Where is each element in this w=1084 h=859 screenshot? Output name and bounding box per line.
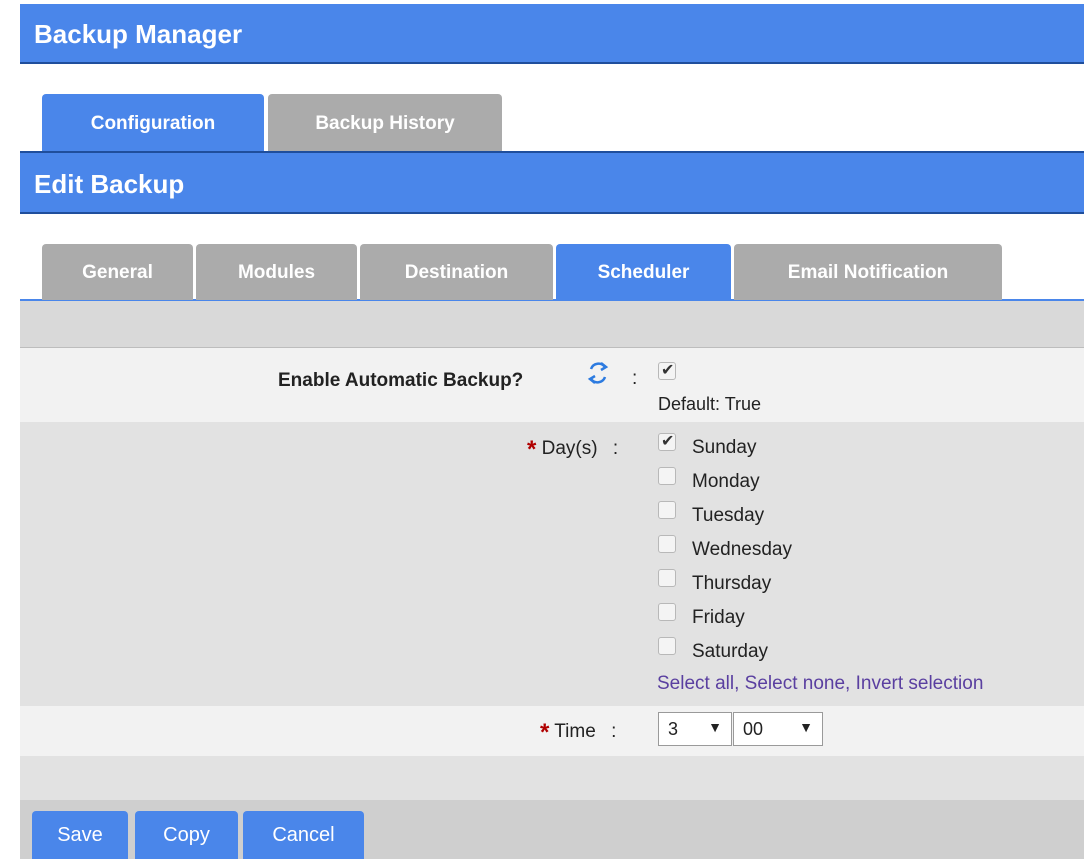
days-label: * Day(s) : — [527, 433, 619, 463]
row-days — [20, 422, 1084, 706]
day-checkbox-tuesday[interactable] — [658, 501, 676, 519]
time-label: * Time : — [540, 716, 617, 746]
tab-label: Backup History — [315, 113, 455, 134]
tab-email-notification[interactable]: Email Notification — [734, 244, 1002, 300]
tab-label: Scheduler — [597, 262, 690, 283]
day-label-tuesday: Tuesday — [692, 505, 765, 526]
select-none-link[interactable]: Select none — [745, 673, 845, 694]
cancel-button[interactable]: Cancel — [243, 811, 364, 859]
tab-backup-history[interactable]: Backup History — [268, 94, 502, 152]
day-label-monday: Monday — [692, 471, 760, 492]
tab-general[interactable]: General — [42, 244, 193, 300]
tab-configuration[interactable]: Configuration — [42, 94, 264, 152]
required-mark: * — [540, 719, 550, 746]
chevron-down-icon: ▼ — [799, 719, 813, 735]
day-label-wednesday: Wednesday — [692, 539, 792, 560]
tab-modules[interactable]: Modules — [196, 244, 357, 300]
separator: : — [632, 368, 638, 389]
comma: , — [734, 673, 740, 694]
save-button[interactable]: Save — [32, 811, 128, 859]
day-label-thursday: Thursday — [692, 573, 772, 594]
hour-select[interactable]: 3 ▼ — [658, 712, 732, 746]
comma: , — [845, 673, 851, 694]
copy-button[interactable]: Copy — [135, 811, 238, 859]
separator: : — [612, 438, 619, 459]
tab-destination[interactable]: Destination — [360, 244, 553, 300]
tab-label: Modules — [237, 262, 316, 283]
day-label-saturday: Saturday — [692, 641, 769, 662]
refresh-icon[interactable] — [586, 360, 610, 386]
day-checkbox-thursday[interactable] — [658, 569, 676, 587]
selection-links: Select all, Select none, Invert selectio… — [657, 673, 983, 695]
form-top-band — [20, 301, 1084, 347]
day-label-sunday: Sunday — [692, 437, 757, 458]
separator: : — [611, 721, 617, 742]
tab-label: Destination — [404, 262, 509, 283]
tab-label: Email Notification — [787, 262, 949, 283]
day-checkbox-saturday[interactable] — [658, 637, 676, 655]
hour-value: 3 — [668, 719, 679, 739]
enable-backup-checkbox[interactable] — [658, 360, 676, 380]
days-label-text: Day(s) — [541, 438, 598, 459]
tab-label: General — [82, 262, 153, 283]
row-enable-backup — [20, 348, 1084, 422]
invert-selection-link[interactable]: Invert selection — [856, 673, 984, 694]
app-header: Backup Manager — [20, 4, 1084, 64]
chevron-down-icon: ▼ — [708, 719, 722, 735]
enable-backup-label: Enable Automatic Backup? — [278, 370, 523, 392]
day-checkbox-friday[interactable] — [658, 603, 676, 621]
section-header: Edit Backup — [20, 151, 1084, 214]
day-checkbox-sunday[interactable] — [658, 431, 676, 451]
tab-scheduler[interactable]: Scheduler — [556, 244, 731, 300]
form-bottom-band — [20, 756, 1084, 800]
day-checkbox-monday[interactable] — [658, 467, 676, 485]
day-label-friday: Friday — [692, 607, 745, 628]
default-text: Default: True — [658, 394, 762, 414]
select-all-link[interactable]: Select all — [657, 673, 734, 694]
app-title: Backup Manager — [34, 19, 243, 49]
tab-label: Configuration — [90, 113, 216, 134]
section-title: Edit Backup — [34, 169, 185, 199]
minute-select[interactable]: 00 ▼ — [733, 712, 823, 746]
time-label-text: Time — [554, 721, 596, 742]
enable-label-text: Enable Automatic Backup? — [278, 370, 524, 391]
required-mark: * — [527, 436, 537, 463]
minute-value: 00 — [743, 719, 764, 739]
day-checkbox-wednesday[interactable] — [658, 535, 676, 553]
